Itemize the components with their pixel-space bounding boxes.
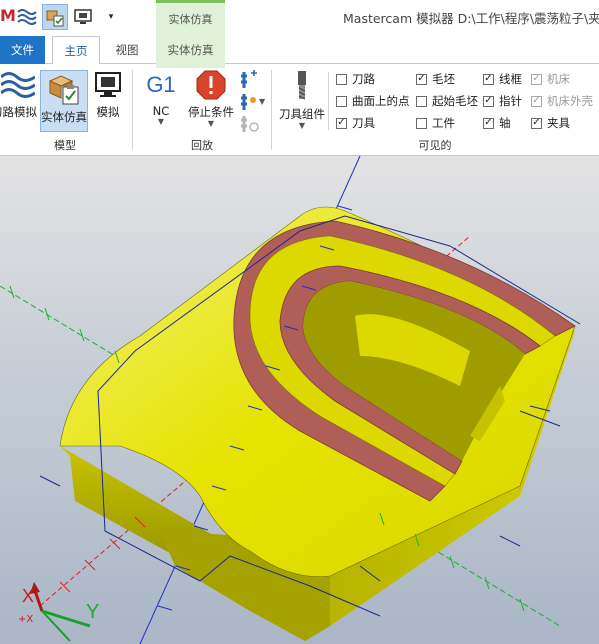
solid-sim-qat-icon[interactable]	[42, 4, 68, 30]
checkbox-label: 夹具	[547, 116, 570, 130]
simulation-viewport[interactable]: X +X Y	[0, 156, 599, 644]
monitor-icon[interactable]	[70, 4, 96, 30]
axis-x-sublabel: +X	[18, 614, 34, 625]
checkbox-box[interactable]: ✓	[531, 73, 542, 85]
group-divider	[271, 70, 272, 150]
checkbox-fixture[interactable]: ✓ 夹具	[531, 114, 570, 132]
context-tab-header: 实体仿真	[156, 0, 225, 36]
visible-group-label: 可见的	[418, 139, 452, 152]
nc-label: NC	[152, 104, 170, 118]
tab-solid-simulation[interactable]: 实体仿真	[156, 36, 225, 64]
toolpath-sim-label: 刀路模拟	[0, 105, 37, 119]
checkbox-label: 起始毛坯	[432, 94, 478, 108]
checkbox-label: 工件	[432, 116, 455, 130]
checkbox-label: 轴	[499, 116, 511, 130]
checkbox-machine[interactable]: ✓ 机床	[531, 70, 570, 88]
checkbox-box[interactable]: ✓	[483, 73, 494, 85]
toolpath-sim-button[interactable]: 刀路模拟	[0, 70, 37, 130]
checkbox-initial-stock[interactable]: 起始毛坯	[416, 92, 478, 110]
checkbox-box[interactable]	[416, 117, 427, 129]
qat-customize-icon[interactable]: ▾	[98, 4, 124, 30]
checkbox-box[interactable]: ✓	[336, 117, 347, 129]
checkbox-label: 刀路	[352, 72, 375, 86]
tab-file[interactable]: 文件	[0, 36, 45, 64]
axis-y-label: Y	[86, 601, 100, 623]
tool-assembly-button[interactable]: 刀具组件 ▼	[278, 70, 326, 132]
solid-sim-icon	[48, 75, 79, 105]
checkbox-label: 指针	[499, 94, 522, 108]
solid-sim-button[interactable]: 实体仿真	[40, 70, 88, 132]
context-strip	[156, 64, 225, 68]
checkbox-axes[interactable]: ✓ 轴	[483, 114, 511, 132]
tool-icon	[298, 71, 306, 100]
wave-toolpath-icon[interactable]	[14, 4, 40, 30]
stop-icon	[196, 70, 226, 100]
checkbox-box[interactable]: ✓	[531, 95, 542, 107]
checkbox-box[interactable]: ✓	[483, 117, 494, 129]
visibility-checkboxes: 刀路 ✓ 毛坯 ✓ 线框 ✓ 机床 曲面上的点 起始毛坯 ✓ 指针 ✓ 机床外壳 ✓ 刀具 …	[336, 70, 599, 134]
playback-group-label: 回放	[191, 139, 213, 152]
add-stop-icon[interactable]	[238, 70, 262, 90]
checkbox-stock[interactable]: ✓ 毛坯	[416, 70, 455, 88]
window-title: Mastercam 模拟器 D:\工作\程序\震荡粒子\夹片	[343, 11, 599, 26]
checkbox-pointer[interactable]: ✓ 指针	[483, 92, 522, 110]
group-divider	[132, 70, 133, 150]
simulate-button[interactable]: 模拟	[92, 70, 124, 130]
checkbox-box[interactable]: ✓	[531, 117, 542, 129]
clear-stop-icon[interactable]	[238, 114, 262, 134]
part-render	[0, 156, 581, 644]
solid-sim-label: 实体仿真	[41, 110, 87, 124]
model-group-label: 模型	[54, 139, 76, 152]
checkbox-workpiece[interactable]: 工件	[416, 114, 455, 132]
checkbox-box[interactable]	[336, 73, 347, 85]
checkbox-wireframe[interactable]: ✓ 线框	[483, 70, 522, 88]
checkbox-label: 曲面上的点	[352, 94, 410, 108]
checkbox-surface-points[interactable]: 曲面上的点	[336, 92, 410, 110]
group-divider	[328, 72, 329, 130]
nc-button[interactable]: G1 NC ▼	[142, 70, 180, 132]
wave-toolpath-icon	[1, 72, 35, 98]
chevron-down-icon: ▼	[157, 117, 165, 126]
stop-options-icon[interactable]: ▼	[238, 92, 266, 112]
checkbox-tool[interactable]: ✓ 刀具	[336, 114, 375, 132]
checkbox-label: 机床	[547, 72, 570, 86]
checkbox-toolpath[interactable]: 刀路	[336, 70, 375, 88]
tab-view[interactable]: 视图	[104, 36, 150, 64]
checkbox-box[interactable]: ✓	[416, 73, 427, 85]
chevron-down-icon: ▼	[207, 119, 215, 128]
axis-x-label: X	[22, 586, 35, 606]
checkbox-label: 刀具	[352, 116, 375, 130]
stop-conditions-label: 停止条件	[188, 105, 234, 119]
checkbox-machine-housing[interactable]: ✓ 机床外壳	[531, 92, 593, 110]
checkbox-label: 线框	[499, 72, 522, 86]
tab-home[interactable]: 主页	[52, 36, 100, 65]
monitor-icon	[95, 72, 121, 97]
checkbox-label: 机床外壳	[547, 94, 593, 108]
stop-conditions-button[interactable]: 停止条件 ▼	[186, 70, 236, 132]
checkbox-label: 毛坯	[432, 72, 455, 86]
checkbox-box[interactable]: ✓	[483, 95, 494, 107]
chevron-down-icon: ▼	[298, 121, 306, 130]
g1-icon: G1	[146, 72, 176, 97]
app-logo-icon: M	[0, 6, 16, 25]
tool-assembly-label: 刀具组件	[279, 107, 325, 121]
axis-triad	[30, 582, 91, 642]
checkbox-box[interactable]	[336, 95, 347, 107]
checkbox-box[interactable]	[416, 95, 427, 107]
simulate-label: 模拟	[96, 105, 120, 119]
svg-text:▼: ▼	[259, 97, 266, 106]
